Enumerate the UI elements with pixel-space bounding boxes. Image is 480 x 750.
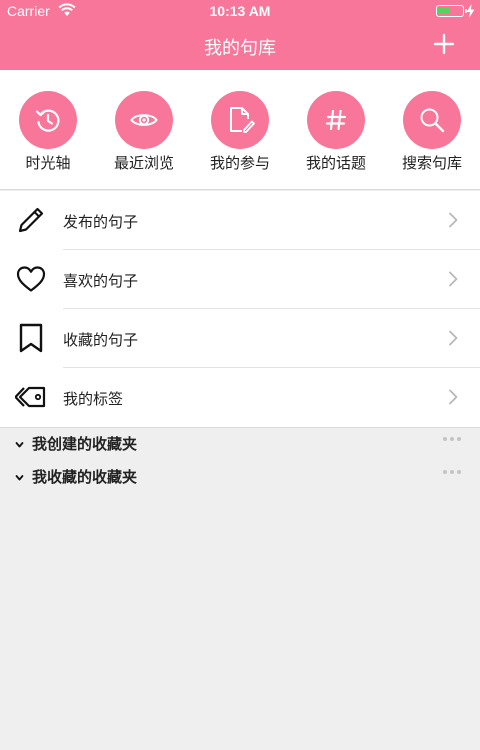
heart-icon (16, 266, 46, 292)
folder-section-label: 我收藏的收藏夹 (32, 468, 138, 486)
quick-actions-bar: 时光轴 最近浏览 我的参与 我的话题 搜索句库 (0, 70, 480, 190)
chevron-down-icon (15, 475, 24, 481)
more-icon[interactable] (442, 469, 462, 475)
menu-item-label: 喜欢的句子 (63, 272, 139, 290)
quick-action-label: 搜索句库 (401, 154, 462, 172)
pencil-icon (18, 207, 44, 233)
more-icon[interactable] (442, 436, 462, 442)
chevron-right-icon (449, 212, 458, 228)
folder-section-collected[interactable]: 我收藏的收藏夹 (0, 463, 480, 491)
menu-item-liked[interactable]: 喜欢的句子 (0, 250, 480, 309)
menu-item-label: 我的标签 (63, 390, 124, 408)
document-edit-icon (230, 107, 255, 133)
chevron-right-icon (449, 330, 458, 346)
menu-list: 发布的句子 喜欢的句子 收藏的句子 我的标签 (0, 191, 480, 428)
chevron-right-icon (449, 271, 458, 287)
folder-section-created[interactable]: 我创建的收藏夹 (0, 430, 480, 458)
quick-action-timeline[interactable]: 时光轴 (0, 70, 96, 190)
eye-icon (130, 114, 158, 126)
chevron-down-icon (15, 442, 24, 448)
chevron-right-icon (449, 389, 458, 405)
plus-icon[interactable] (432, 32, 456, 56)
page-title: 我的句库 (204, 38, 276, 59)
menu-item-label: 发布的句子 (63, 213, 139, 231)
quick-action-participation[interactable]: 我的参与 (192, 70, 288, 190)
bookmark-icon (19, 323, 43, 353)
menu-item-published[interactable]: 发布的句子 (0, 191, 480, 250)
charging-icon (466, 4, 475, 18)
battery-icon (436, 5, 467, 17)
folder-section-label: 我创建的收藏夹 (32, 435, 138, 453)
hashtag-icon (325, 109, 347, 131)
search-icon (420, 108, 445, 133)
menu-item-tags[interactable]: 我的标签 (0, 368, 480, 427)
quick-action-circle (211, 91, 269, 149)
quick-action-circle (115, 91, 173, 149)
quick-action-circle (19, 91, 77, 149)
status-bar: Carrier 10:13 AM (0, 0, 480, 22)
nav-header: Carrier 10:13 AM 我的句库 (0, 0, 480, 70)
quick-action-topics[interactable]: 我的话题 (288, 70, 384, 190)
history-icon (35, 109, 60, 132)
quick-action-label: 时光轴 (25, 154, 71, 172)
clock: 10:13 AM (209, 3, 271, 19)
quick-action-circle (403, 91, 461, 149)
quick-action-label: 我的话题 (305, 154, 366, 172)
quick-action-circle (307, 91, 365, 149)
quick-action-label: 我的参与 (209, 154, 270, 172)
quick-action-label: 最近浏览 (113, 154, 174, 172)
menu-item-label: 收藏的句子 (63, 331, 139, 349)
quick-action-recent[interactable]: 最近浏览 (96, 70, 192, 190)
menu-item-collected[interactable]: 收藏的句子 (0, 309, 480, 368)
tag-icon (15, 386, 46, 408)
quick-action-search[interactable]: 搜索句库 (384, 70, 480, 190)
